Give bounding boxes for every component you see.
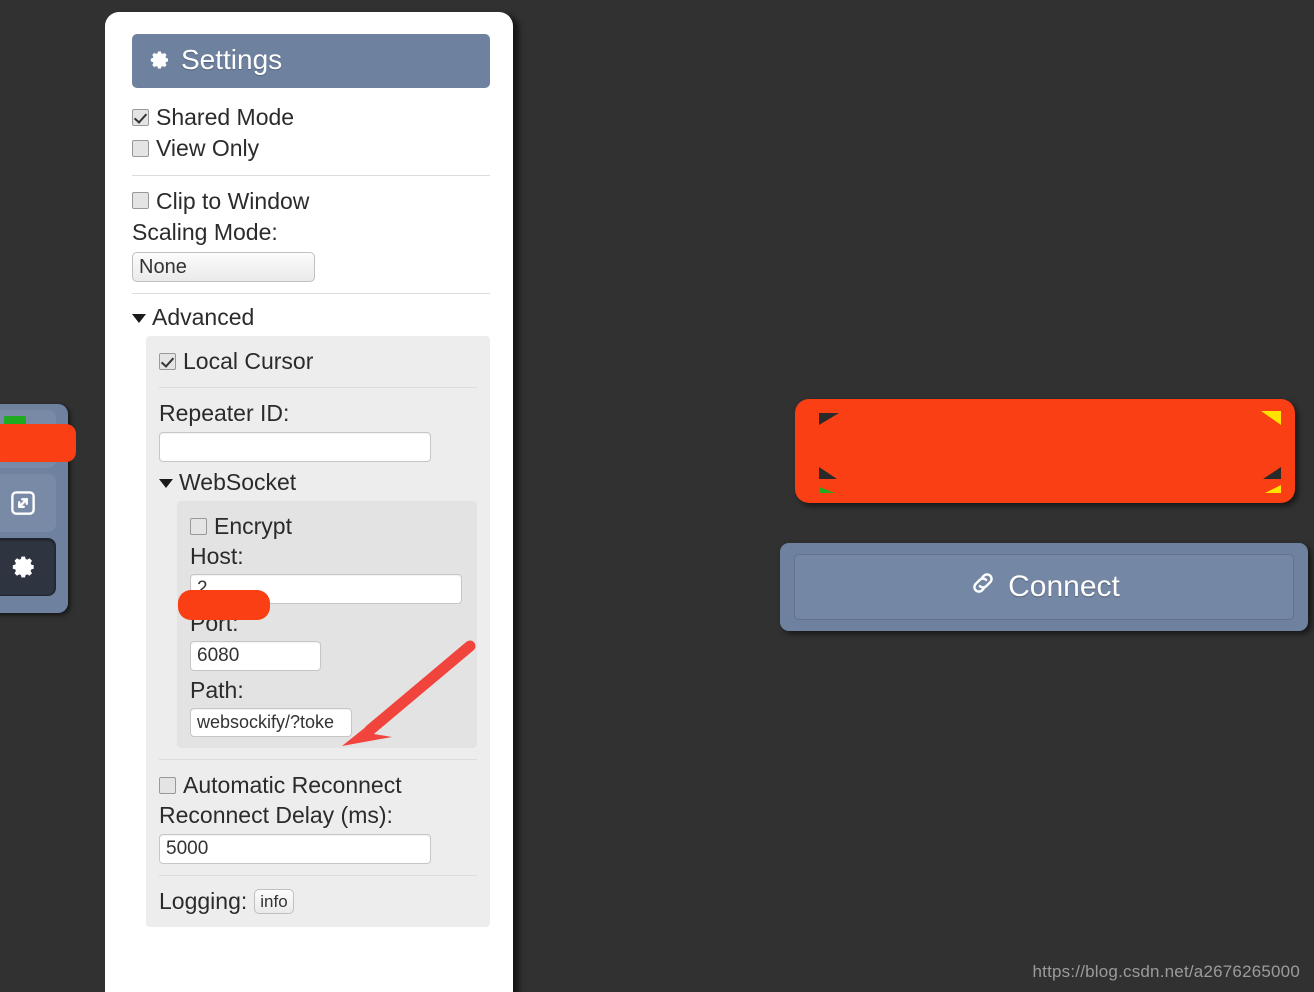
local-cursor-checkbox[interactable] bbox=[159, 352, 176, 370]
host-label: Host: bbox=[190, 543, 244, 570]
shared-mode-checkbox[interactable] bbox=[132, 108, 149, 126]
connect-button-container: Connect bbox=[780, 543, 1308, 631]
redaction-artifact bbox=[819, 467, 837, 493]
repeater-id-input[interactable] bbox=[159, 432, 431, 463]
separator bbox=[159, 387, 477, 389]
separator bbox=[132, 292, 490, 294]
local-cursor-label: Local Cursor bbox=[183, 347, 314, 374]
scaling-mode-select[interactable]: None bbox=[132, 251, 315, 282]
logging-row: Logging: info bbox=[159, 886, 477, 916]
clip-to-window-row[interactable]: Clip to Window bbox=[132, 186, 490, 216]
fullscreen-icon bbox=[0, 474, 56, 532]
settings-panel: Settings Shared Mode View Only Clip to W… bbox=[105, 12, 513, 992]
logging-select[interactable]: info bbox=[254, 888, 295, 914]
connect-button[interactable]: Connect bbox=[794, 554, 1294, 620]
encrypt-checkbox[interactable] bbox=[190, 517, 207, 535]
watermark: https://blog.csdn.net/a2676265000 bbox=[1032, 962, 1300, 981]
clip-to-window-checkbox[interactable] bbox=[132, 192, 149, 210]
view-only-label: View Only bbox=[156, 135, 260, 162]
control-bar-item-settings[interactable] bbox=[0, 538, 56, 596]
connect-button-label: Connect bbox=[1008, 570, 1120, 603]
redaction-artifact bbox=[1263, 467, 1281, 493]
advanced-label: Advanced bbox=[152, 303, 255, 330]
shared-mode-row[interactable]: Shared Mode bbox=[132, 102, 490, 132]
path-input[interactable] bbox=[190, 707, 352, 737]
path-label: Path: bbox=[190, 677, 244, 704]
scaling-mode-label: Scaling Mode: bbox=[132, 219, 278, 246]
divider-1 bbox=[132, 174, 490, 176]
websocket-group: Encrypt Host: Port: Path: bbox=[177, 501, 477, 748]
shared-mode-label: Shared Mode bbox=[156, 104, 295, 130]
settings-title: Settings bbox=[181, 44, 283, 75]
repeater-id-label: Repeater ID: bbox=[159, 400, 290, 427]
gear-icon bbox=[146, 47, 172, 73]
chevron-down-icon bbox=[132, 313, 146, 323]
encrypt-row[interactable]: Encrypt bbox=[190, 511, 464, 541]
option-view-only[interactable]: View Only bbox=[132, 133, 490, 163]
view-only-row[interactable]: View Only bbox=[132, 133, 490, 163]
clip-to-window-label: Clip to Window bbox=[156, 187, 310, 214]
option-shared-mode[interactable]: Shared Mode bbox=[132, 102, 490, 132]
websocket-label: WebSocket bbox=[179, 469, 297, 496]
advanced-group: Local Cursor Repeater ID: WebSocket Encr… bbox=[146, 335, 490, 928]
redaction-block-control-bar bbox=[0, 424, 76, 462]
link-icon bbox=[968, 568, 998, 606]
separator bbox=[159, 875, 477, 877]
redaction-block-status bbox=[795, 399, 1295, 503]
logging-label: Logging: bbox=[159, 888, 248, 915]
local-cursor-row[interactable]: Local Cursor bbox=[159, 346, 477, 376]
reconnect-delay-label: Reconnect Delay (ms): bbox=[159, 802, 393, 829]
automatic-reconnect-row[interactable]: Automatic Reconnect bbox=[159, 770, 477, 800]
option-clip-to-window[interactable]: Clip to Window bbox=[132, 186, 490, 216]
view-only-checkbox[interactable] bbox=[132, 140, 149, 158]
reconnect-delay-input[interactable] bbox=[159, 834, 431, 865]
option-scaling-mode[interactable]: Scaling Mode: None bbox=[132, 217, 490, 282]
screen: Settings Shared Mode View Only Clip to W… bbox=[0, 0, 1314, 992]
port-input[interactable] bbox=[190, 641, 321, 672]
settings-header: Settings bbox=[132, 34, 490, 88]
gear-icon bbox=[0, 539, 55, 595]
separator bbox=[159, 758, 477, 760]
chevron-down-icon bbox=[159, 479, 173, 489]
automatic-reconnect-label: Automatic Reconnect bbox=[183, 771, 402, 798]
websocket-expander[interactable]: WebSocket bbox=[159, 469, 477, 496]
encrypt-label: Encrypt bbox=[214, 513, 292, 540]
automatic-reconnect-checkbox[interactable] bbox=[159, 776, 176, 794]
separator bbox=[132, 174, 490, 176]
redaction-artifact bbox=[1261, 411, 1281, 425]
settings-options-list: Shared Mode View Only Clip to Window Sca… bbox=[132, 102, 490, 928]
redaction-block-host bbox=[178, 590, 270, 620]
control-bar-item-fullscreen[interactable] bbox=[0, 474, 56, 532]
advanced-expander[interactable]: Advanced bbox=[132, 304, 490, 331]
divider-2 bbox=[132, 292, 490, 294]
redaction-artifact bbox=[819, 413, 839, 425]
